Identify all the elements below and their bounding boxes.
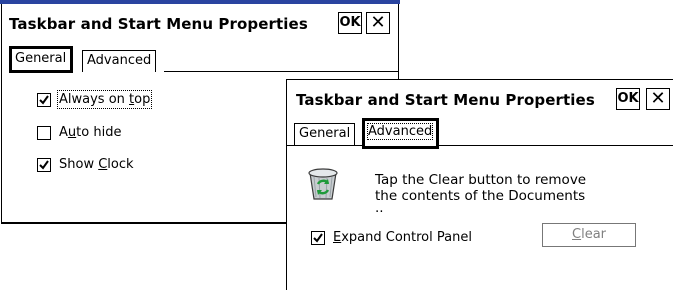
ok-button[interactable]: OK <box>616 88 640 110</box>
close-button[interactable]: ✕ <box>646 88 670 110</box>
title-bar: Taskbar and Start Menu Properties OK ✕ <box>2 4 398 41</box>
tab-general-label: General <box>299 126 351 141</box>
always-on-top-label[interactable]: Always on top <box>56 90 153 109</box>
description-line-3: .. <box>375 204 384 212</box>
checkmark-icon <box>313 233 323 243</box>
tab-strip-line <box>287 145 673 146</box>
window-title: Taskbar and Start Menu Properties <box>296 91 595 109</box>
checkmark-icon <box>39 95 49 105</box>
expand-control-panel-label[interactable]: Expand Control Panel <box>333 230 472 245</box>
always-on-top-checkbox[interactable] <box>37 93 51 107</box>
close-button[interactable]: ✕ <box>366 12 390 34</box>
description-text: Tap the Clear button to remove the conte… <box>375 172 586 212</box>
clear-button[interactable]: Clear <box>542 223 636 247</box>
tab-advanced-label: Advanced <box>366 123 434 140</box>
recycle-bin-icon <box>308 168 338 200</box>
tab-general[interactable]: General <box>9 46 74 73</box>
auto-hide-checkbox[interactable] <box>37 126 51 140</box>
expand-control-panel-checkbox[interactable] <box>311 231 325 245</box>
checkmark-icon <box>39 160 49 170</box>
title-bar: Taskbar and Start Menu Properties OK ✕ <box>287 80 673 117</box>
show-clock-checkbox[interactable] <box>37 158 51 172</box>
show-clock-label[interactable]: Show Clock <box>59 157 134 172</box>
tab-advanced[interactable]: Advanced <box>82 50 157 72</box>
tab-general-label: General <box>15 51 67 66</box>
tab-advanced[interactable]: Advanced <box>362 118 440 149</box>
description-line-1: Tap the Clear button to remove <box>375 172 587 188</box>
tab-advanced-label: Advanced <box>87 53 152 68</box>
properties-window-advanced: Taskbar and Start Menu Properties OK ✕ G… <box>286 79 673 290</box>
description-line-2: the contents of the Documents <box>375 188 586 204</box>
ok-button[interactable]: OK <box>338 12 362 34</box>
window-title: Taskbar and Start Menu Properties <box>9 15 308 33</box>
tab-strip-line <box>164 71 398 72</box>
auto-hide-label[interactable]: Auto hide <box>59 125 121 140</box>
tab-general[interactable]: General <box>294 123 356 145</box>
